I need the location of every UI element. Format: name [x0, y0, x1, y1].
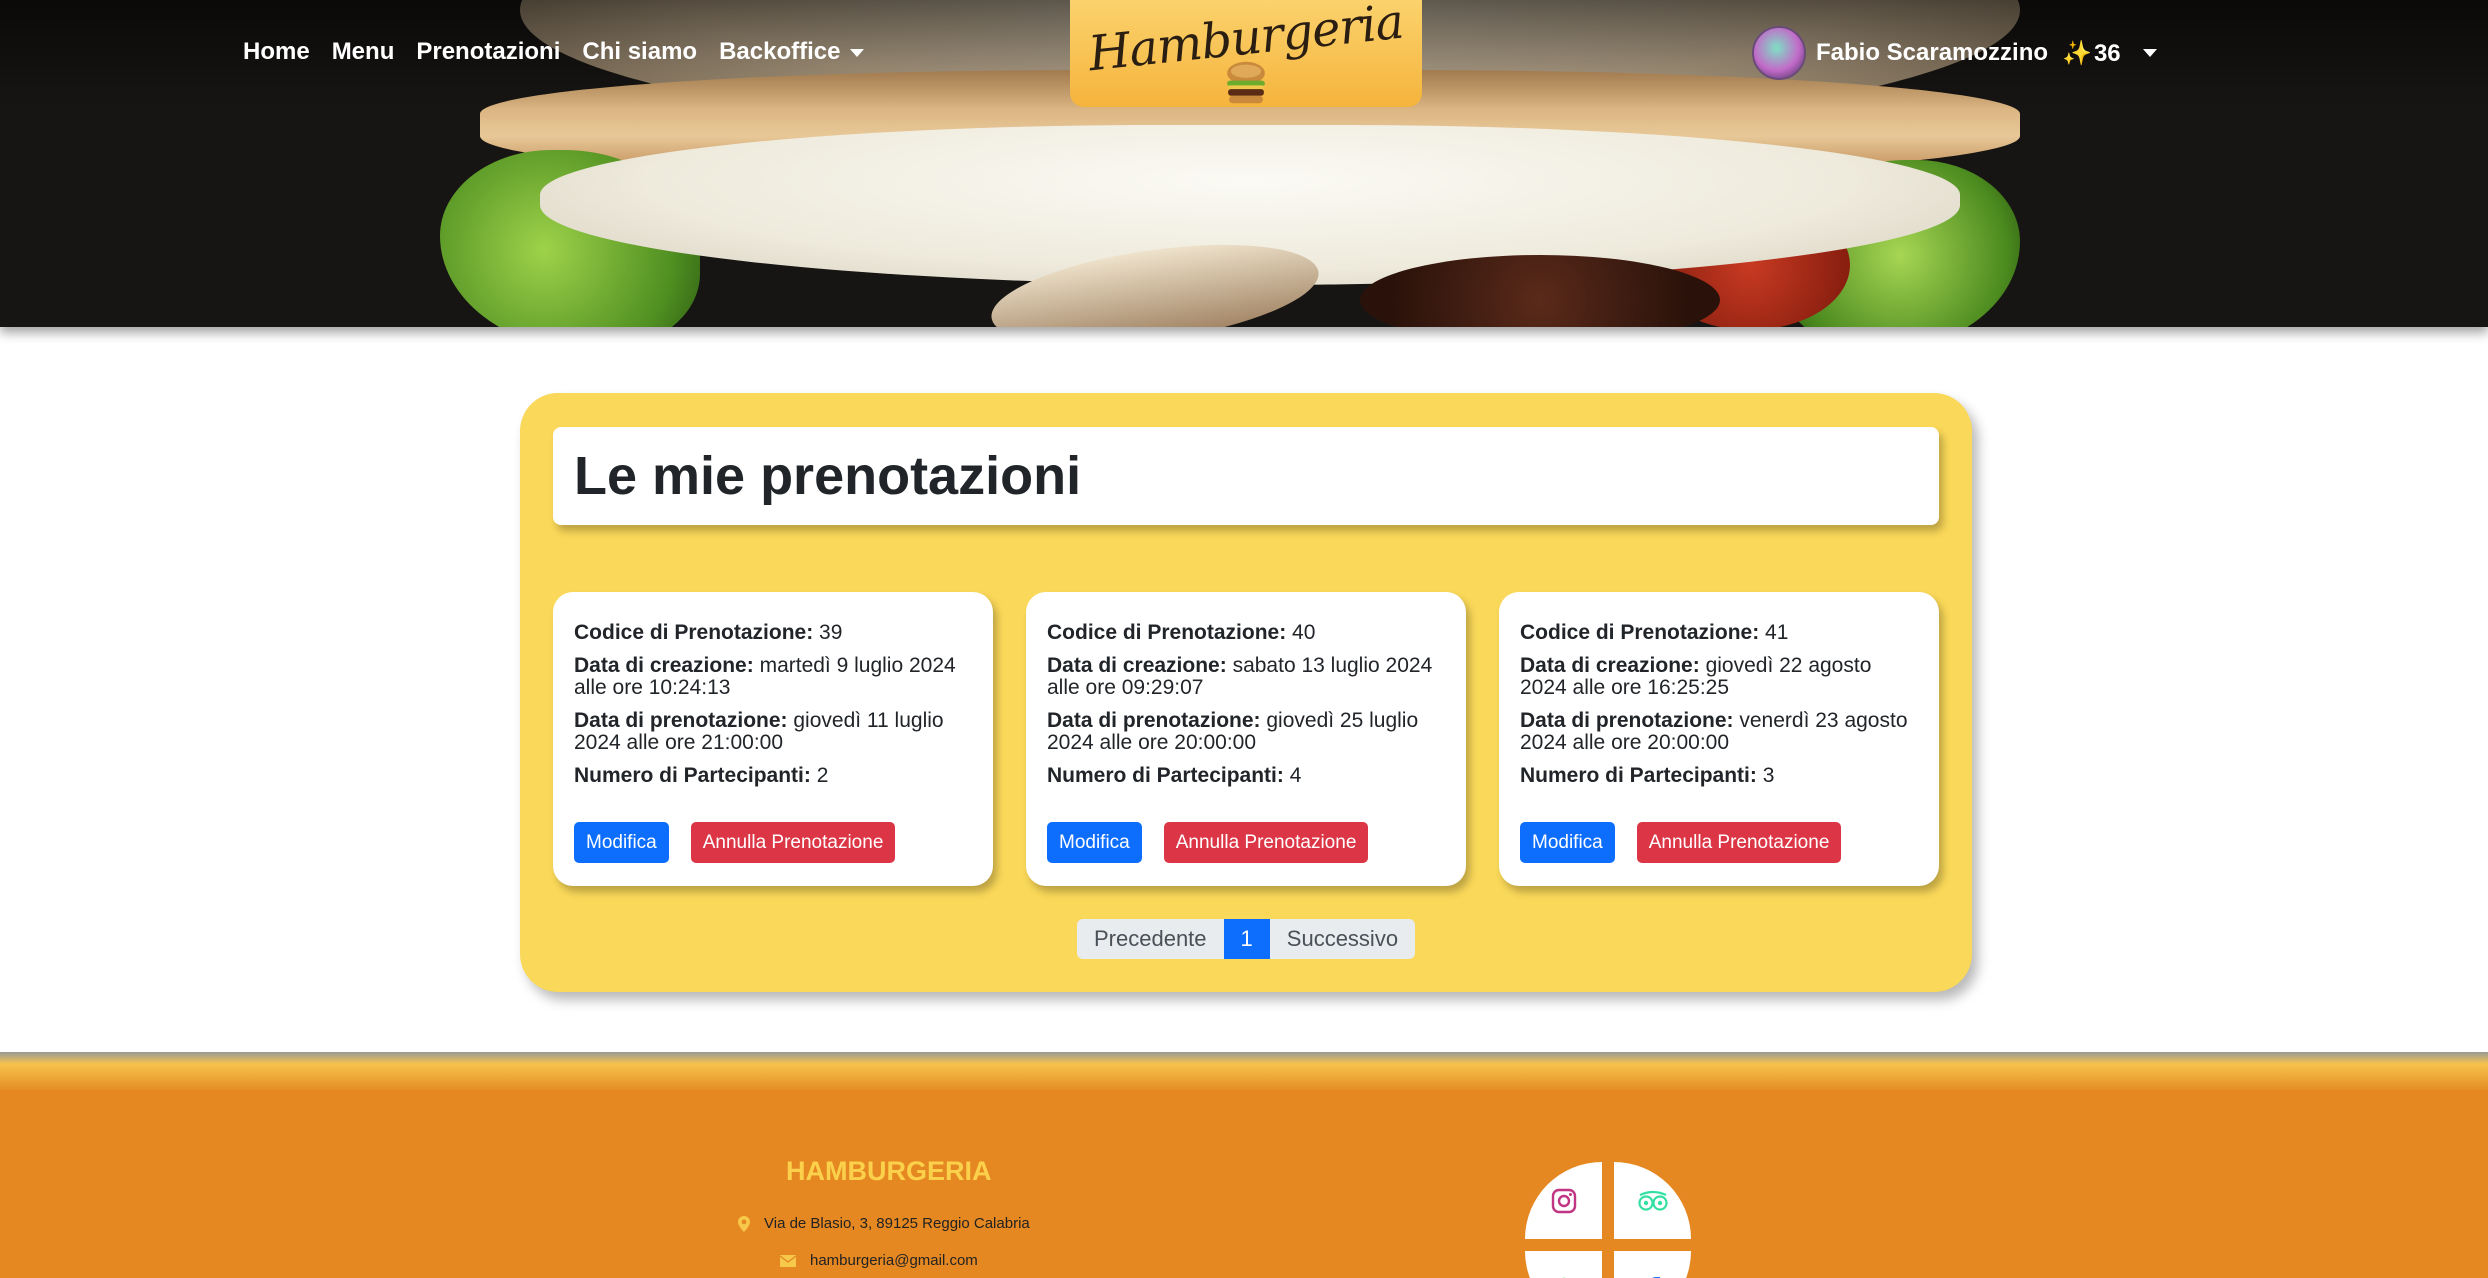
reservation-date-row: Data di prenotazione: venerdì 23 agosto …	[1520, 710, 1918, 754]
card-actions: Modifica Annulla Prenotazione	[1047, 822, 1369, 863]
whatsapp-link[interactable]	[1525, 1251, 1602, 1278]
footer: HAMBURGERIA Via de Blasio, 3, 89125 Regg…	[0, 1090, 2488, 1278]
footer-email[interactable]: hamburgeria@gmail.com	[780, 1252, 978, 1269]
reservation-date-label: Data di prenotazione:	[574, 709, 788, 732]
participants-row: Numero di Partecipanti: 4	[1047, 765, 1445, 787]
reservation-date-row: Data di prenotazione: giovedì 25 luglio …	[1047, 710, 1445, 754]
instagram-link[interactable]	[1525, 1162, 1602, 1239]
envelope-icon	[780, 1254, 796, 1267]
chevron-down-icon	[2142, 49, 2157, 57]
reservation-date-label: Data di prenotazione:	[1047, 709, 1261, 732]
pagination: Precedente 1 Successivo	[1077, 919, 1416, 959]
page-title-box: Le mie prenotazioni	[553, 427, 1939, 525]
card-actions: Modifica Annulla Prenotazione	[574, 822, 896, 863]
nav-prenotazioni[interactable]: Prenotazioni	[416, 38, 560, 66]
reservation-date-row: Data di prenotazione: giovedì 11 luglio …	[574, 710, 972, 754]
nav-home[interactable]: Home	[243, 38, 310, 66]
map-pin-icon	[738, 1215, 750, 1232]
nav-backoffice-dropdown[interactable]: Backoffice	[719, 38, 865, 66]
reservation-code-label: Codice di Prenotazione:	[574, 621, 814, 644]
edit-button[interactable]: Modifica	[574, 822, 669, 863]
footer-divider	[0, 1052, 2488, 1092]
reservation-code-label: Codice di Prenotazione:	[1520, 621, 1760, 644]
footer-address-text: Via de Blasio, 3, 89125 Reggio Calabria	[764, 1215, 1030, 1232]
edit-button[interactable]: Modifica	[1047, 822, 1142, 863]
reservation-code-label: Codice di Prenotazione:	[1047, 621, 1287, 644]
participants-count: 4	[1289, 764, 1302, 787]
nav-backoffice-label: Backoffice	[719, 38, 841, 65]
card-actions: Modifica Annulla Prenotazione	[1520, 822, 1842, 863]
user-points: ✨36	[2062, 39, 2121, 68]
pagination-page-current[interactable]: 1	[1223, 919, 1270, 959]
social-links	[1525, 1162, 1691, 1278]
user-menu-dropdown[interactable]: Fabio Scaramozzino ✨36	[1752, 26, 2157, 80]
pagination-prev[interactable]: Precedente	[1077, 919, 1224, 959]
participants-row: Numero di Partecipanti: 3	[1520, 765, 1918, 787]
creation-date-row: Data di creazione: giovedì 22 agosto 202…	[1520, 655, 1918, 699]
reservation-card: Codice di Prenotazione: 39 Data di creaz…	[553, 592, 993, 886]
nav-chi-siamo[interactable]: Chi siamo	[582, 38, 697, 66]
logo[interactable]: Hamburgeria	[1070, 0, 1422, 107]
participants-count: 2	[816, 764, 829, 787]
hero-header: Home Menu Prenotazioni Chi siamo Backoff…	[0, 0, 2488, 327]
sparkles-icon: ✨	[2062, 39, 2092, 67]
footer-brand: HAMBURGERIA	[786, 1156, 992, 1186]
avatar	[1752, 26, 1806, 80]
tripadvisor-icon	[1637, 1190, 1668, 1211]
participants-row: Numero di Partecipanti: 2	[574, 765, 972, 787]
user-name: Fabio Scaramozzino	[1816, 39, 2049, 66]
instagram-icon	[1551, 1188, 1576, 1213]
tripadvisor-link[interactable]	[1614, 1162, 1691, 1239]
creation-date-row: Data di creazione: sabato 13 luglio 2024…	[1047, 655, 1445, 699]
participants-label: Numero di Partecipanti:	[1520, 764, 1757, 787]
edit-button[interactable]: Modifica	[1520, 822, 1615, 863]
chevron-down-icon	[850, 48, 865, 57]
page-title: Le mie prenotazioni	[574, 446, 1082, 506]
creation-date-row: Data di creazione: martedì 9 luglio 2024…	[574, 655, 972, 699]
participants-label: Numero di Partecipanti:	[574, 764, 811, 787]
reservation-code-row: Codice di Prenotazione: 40	[1047, 622, 1445, 644]
creation-date-label: Data di creazione:	[574, 654, 754, 677]
participants-label: Numero di Partecipanti:	[1047, 764, 1284, 787]
reservation-date-label: Data di prenotazione:	[1520, 709, 1734, 732]
creation-date-label: Data di creazione:	[1047, 654, 1227, 677]
cancel-reservation-button[interactable]: Annulla Prenotazione	[1163, 822, 1369, 863]
reservation-code: 40	[1292, 621, 1316, 644]
reservation-code-row: Codice di Prenotazione: 39	[574, 622, 972, 644]
reservation-code: 41	[1765, 621, 1789, 644]
user-points-value: 36	[2093, 39, 2121, 67]
reservation-card: Codice di Prenotazione: 40 Data di creaz…	[1026, 592, 1466, 886]
creation-date-label: Data di creazione:	[1520, 654, 1700, 677]
cancel-reservation-button[interactable]: Annulla Prenotazione	[690, 822, 896, 863]
reservations-panel: Le mie prenotazioni Codice di Prenotazio…	[520, 393, 1972, 992]
cancel-reservation-button[interactable]: Annulla Prenotazione	[1636, 822, 1842, 863]
main-nav: Home Menu Prenotazioni Chi siamo Backoff…	[243, 38, 886, 66]
pagination-next[interactable]: Successivo	[1269, 919, 1416, 959]
nav-menu[interactable]: Menu	[332, 38, 395, 66]
facebook-link[interactable]	[1614, 1251, 1691, 1278]
reservation-card: Codice di Prenotazione: 41 Data di creaz…	[1499, 592, 1939, 886]
reservation-code: 39	[819, 621, 843, 644]
footer-address[interactable]: Via de Blasio, 3, 89125 Reggio Calabria	[738, 1215, 1030, 1232]
reservation-code-row: Codice di Prenotazione: 41	[1520, 622, 1918, 644]
participants-count: 3	[1762, 764, 1775, 787]
footer-email-text: hamburgeria@gmail.com	[810, 1252, 978, 1269]
